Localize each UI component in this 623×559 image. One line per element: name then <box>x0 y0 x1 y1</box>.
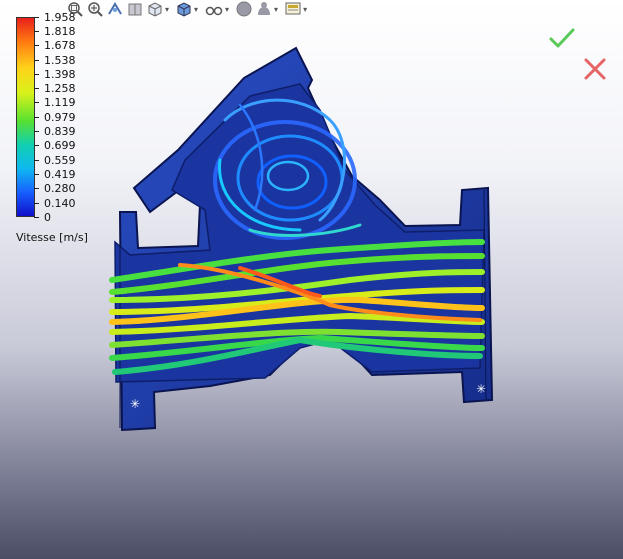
zoom-to-fit-icon <box>68 2 83 17</box>
legend-color-bar <box>16 17 35 217</box>
view-orientation-icon <box>148 2 162 17</box>
previous-view-icon <box>108 2 122 15</box>
edit-appearance-button[interactable] <box>235 0 253 18</box>
view-orientation-button[interactable]: ▾ <box>146 0 173 18</box>
legend-tick: 0.839 <box>34 126 76 137</box>
display-style-button[interactable]: ▾ <box>175 0 202 18</box>
legend-tick: 1.818 <box>34 26 76 37</box>
hide-show-items-button[interactable]: ▾ <box>204 0 233 18</box>
chevron-down-icon[interactable]: ▾ <box>225 5 229 14</box>
legend-tick: 1.119 <box>34 97 76 108</box>
zoom-to-fit-button[interactable] <box>66 0 84 18</box>
bolt-mark-icon: ✳ <box>130 397 140 411</box>
chevron-down-icon[interactable]: ▾ <box>274 5 278 14</box>
zoom-area-button[interactable] <box>86 0 104 18</box>
bolt-mark-icon: ✳ <box>476 382 486 396</box>
legend-tick: 1.398 <box>34 69 76 80</box>
legend-tick: 0.699 <box>34 140 76 151</box>
legend-tick: 0.559 <box>34 155 76 166</box>
display-style-icon <box>177 2 191 17</box>
legend-tick: 1.538 <box>34 55 76 66</box>
cancel-button[interactable] <box>582 56 608 82</box>
velocity-legend: 1.958 1.818 1.678 1.538 1.398 1.258 1.11… <box>0 0 110 250</box>
section-view-icon <box>128 3 142 16</box>
legend-tick: 0.419 <box>34 169 76 180</box>
chevron-down-icon[interactable]: ▾ <box>165 5 169 14</box>
legend-tick: 1.678 <box>34 40 76 51</box>
ok-button[interactable] <box>548 26 576 52</box>
heads-up-view-toolbar: ▾ ▾ ▾ ▾ ▾ <box>66 0 311 18</box>
section-view-button[interactable] <box>126 0 144 18</box>
apply-scene-icon <box>258 2 271 15</box>
legend-tick: 0.280 <box>34 183 76 194</box>
close-icon <box>584 58 606 80</box>
chevron-down-icon[interactable]: ▾ <box>303 5 307 14</box>
previous-view-button[interactable] <box>106 0 124 18</box>
legend-title: Vitesse [m/s] <box>16 231 88 244</box>
legend-tick: 0 <box>34 212 51 223</box>
graphics-viewport[interactable]: ✳ ✳ 1.958 1.818 1.678 1.538 1.398 1.258 … <box>0 0 623 559</box>
checkmark-icon <box>549 28 575 48</box>
edit-appearance-icon <box>236 1 252 17</box>
legend-tick: 0.979 <box>34 112 76 123</box>
legend-tick: 0.140 <box>34 198 76 209</box>
view-settings-button[interactable]: ▾ <box>284 0 311 18</box>
legend-tick: 1.258 <box>34 83 76 94</box>
chevron-down-icon[interactable]: ▾ <box>194 5 198 14</box>
view-settings-icon <box>285 2 301 15</box>
hide-show-items-icon <box>205 6 223 16</box>
zoom-area-icon <box>88 2 103 17</box>
apply-scene-button[interactable]: ▾ <box>255 0 282 18</box>
